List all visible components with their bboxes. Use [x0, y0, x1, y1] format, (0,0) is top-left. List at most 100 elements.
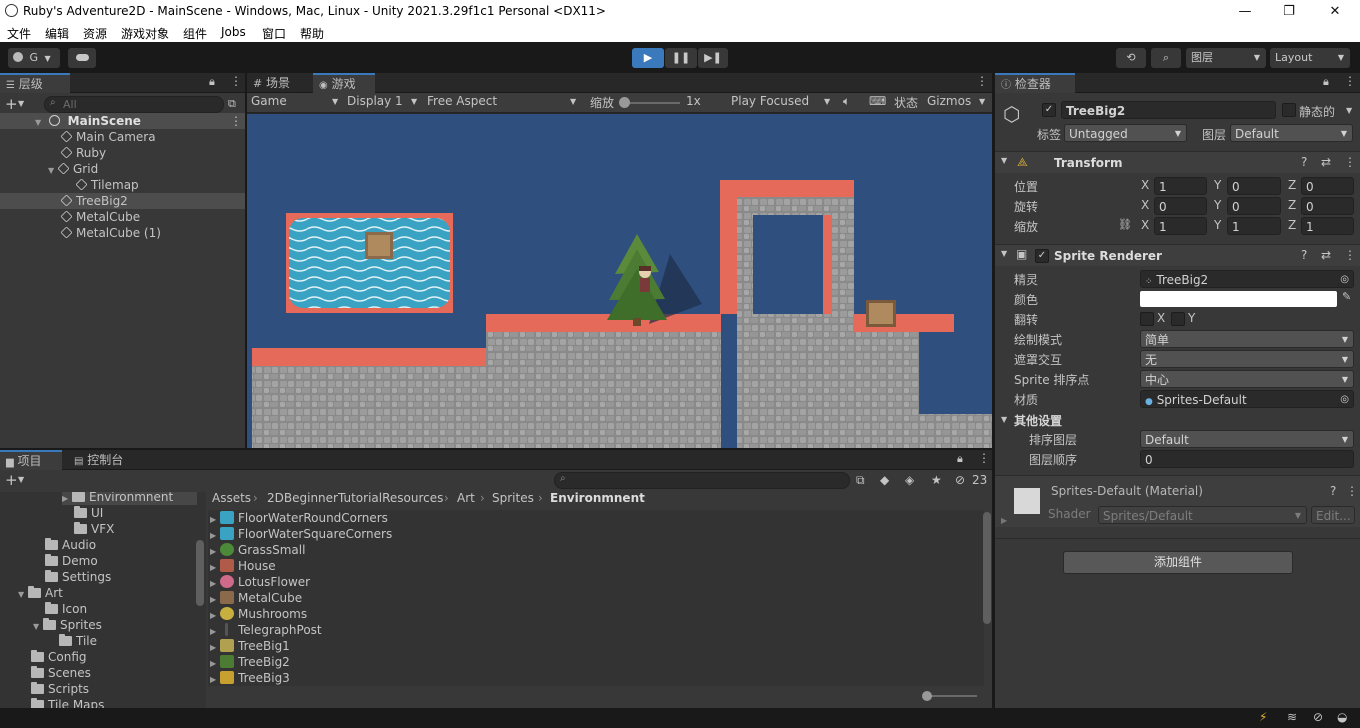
project-search-input[interactable]: ⌕	[554, 472, 850, 489]
speaker-icon[interactable]: 🔈︎	[843, 94, 850, 109]
search-by-type-icon[interactable]: ⧉	[856, 473, 865, 488]
tab-project[interactable]: ▆ 项目	[0, 450, 62, 470]
sprite-renderer-enabled-checkbox[interactable]: ✓	[1035, 249, 1049, 263]
folder-item[interactable]: Scripts	[31, 681, 89, 697]
scene-visibility-icon[interactable]: ⧉	[228, 97, 236, 111]
lock-icon[interactable]: 🔒︎	[957, 452, 963, 466]
asset-item[interactable]: ▶ MetalCube	[210, 590, 302, 606]
position-y-input[interactable]: 0	[1227, 177, 1281, 195]
expand-arrow-icon[interactable]: ▶	[1001, 516, 1007, 525]
material-object-field[interactable]: ● Sprites-Default ◎	[1140, 390, 1354, 408]
hierarchy-item[interactable]: Tilemap	[75, 177, 139, 193]
add-object-button[interactable]: +	[5, 95, 18, 113]
draw-mode-dropdown[interactable]: 简单 ▼	[1140, 330, 1354, 348]
breadcrumb-item[interactable]: Art	[457, 491, 475, 505]
asset-item[interactable]: ▶ TreeBig2	[210, 654, 290, 670]
chevron-down-icon[interactable]: ▼	[411, 97, 417, 106]
hierarchy-item-selected[interactable]: TreeBig2	[0, 193, 245, 209]
maximize-button[interactable]: ❐	[1266, 0, 1312, 23]
pause-button[interactable]: ❚❚	[665, 48, 697, 68]
hidden-packages-icon[interactable]: ⊘	[955, 473, 965, 487]
step-button[interactable]: ▶❚	[698, 48, 728, 68]
shader-edit-button[interactable]: Edit...	[1311, 506, 1355, 524]
debug-mode-icon[interactable]: ⊘	[1313, 710, 1323, 724]
folder-item[interactable]: Config	[31, 649, 87, 665]
tab-game[interactable]: ◉ 游戏	[313, 73, 375, 93]
order-in-layer-input[interactable]: 0	[1140, 450, 1354, 468]
hierarchy-item[interactable]: ▼ Grid	[48, 161, 98, 177]
help-icon[interactable]: ?	[1301, 155, 1307, 169]
display-dropdown[interactable]: Display 1	[347, 94, 403, 108]
search-button[interactable]: ⌕	[1151, 48, 1181, 68]
folder-tree-scrollbar[interactable]	[196, 540, 204, 606]
hierarchy-search-input[interactable]: ⌕ All	[44, 96, 224, 113]
scene-row[interactable]: ▼ MainScene ⋮	[0, 113, 245, 129]
expand-arrow-icon[interactable]: ▼	[1001, 415, 1007, 424]
rotation-y-input[interactable]: 0	[1227, 197, 1281, 215]
minimize-button[interactable]: —	[1222, 0, 1268, 23]
hierarchy-item[interactable]: MetalCube (1)	[60, 225, 161, 241]
asset-item[interactable]: ▶ TelegraphPost	[210, 622, 322, 638]
other-settings-label[interactable]: 其他设置	[1014, 412, 1062, 429]
help-icon[interactable]: ?	[1330, 484, 1336, 498]
folder-item[interactable]: ▼ Sprites	[33, 617, 102, 633]
position-z-input[interactable]: 0	[1301, 177, 1354, 195]
close-button[interactable]: ✕	[1312, 0, 1358, 23]
folder-item[interactable]: Tile	[59, 633, 97, 649]
menu-jobs[interactable]: Jobs	[221, 25, 246, 39]
folder-item[interactable]: ▼ Art	[18, 585, 63, 601]
icon-size-slider-thumb[interactable]	[922, 691, 932, 701]
stats-button[interactable]: 状态	[894, 94, 918, 111]
hierarchy-item[interactable]: MetalCube	[60, 209, 140, 225]
game-viewport[interactable]	[247, 114, 992, 448]
menu-assets[interactable]: 资源	[83, 25, 107, 42]
chevron-down-icon[interactable]: ▼	[18, 99, 24, 108]
breadcrumb-item[interactable]: 2DBeginnerTutorialResources	[267, 491, 443, 505]
chevron-down-icon[interactable]: ▼	[18, 475, 24, 484]
folder-item[interactable]: Demo	[45, 553, 98, 569]
undo-history-button[interactable]: ⟲	[1116, 48, 1146, 68]
folder-item[interactable]: Audio	[45, 537, 96, 553]
menu-help[interactable]: 帮助	[300, 25, 324, 42]
target-icon[interactable]: ◎	[1340, 391, 1349, 407]
asset-item[interactable]: ▶ FloorWaterRoundCorners	[210, 510, 388, 526]
chevron-down-icon[interactable]: ▼	[332, 97, 338, 106]
asset-item[interactable]: ▶ TreeBig1	[210, 638, 290, 654]
cloud-button[interactable]	[68, 48, 96, 68]
more-menu-icon[interactable]: ⋮	[1344, 74, 1356, 88]
flip-x-checkbox[interactable]	[1140, 312, 1154, 326]
shader-dropdown[interactable]: Sprites/Default ▼	[1098, 506, 1307, 524]
chevron-down-icon[interactable]: ▼	[979, 97, 985, 106]
eyedropper-icon[interactable]: ✎	[1342, 290, 1351, 303]
folder-item[interactable]: Tile Maps	[31, 697, 104, 708]
tab-inspector[interactable]: ⓘ 检查器	[995, 73, 1075, 93]
hierarchy-item[interactable]: Main Camera	[60, 129, 156, 145]
folder-item[interactable]: UI	[74, 505, 103, 521]
more-menu-icon[interactable]: ⋮	[1344, 248, 1356, 262]
menu-gameobject[interactable]: 游戏对象	[121, 25, 169, 42]
folder-item[interactable]: Scenes	[31, 665, 91, 681]
folder-item[interactable]: ▶ Environmnent	[62, 492, 197, 505]
scale-z-input[interactable]: 1	[1301, 217, 1354, 235]
scale-y-input[interactable]: 1	[1227, 217, 1281, 235]
asset-item[interactable]: ▶ Mushrooms	[210, 606, 307, 622]
object-name-input[interactable]: TreeBig2	[1061, 101, 1276, 119]
asset-list-scrollbar[interactable]	[983, 512, 991, 624]
rotation-x-input[interactable]: 0	[1154, 197, 1207, 215]
game-mode-dropdown[interactable]: Game	[251, 94, 287, 108]
hierarchy-item[interactable]: Ruby	[60, 145, 106, 161]
sprite-renderer-header[interactable]: ▼ ▣ ✓ Sprite Renderer ? ⇄ ⋮	[995, 244, 1360, 266]
collab-icon[interactable]: ◒	[1337, 710, 1347, 724]
folder-item[interactable]: Settings	[45, 569, 111, 585]
layers-dropdown[interactable]: 图层 ▼	[1186, 48, 1266, 68]
tag-icon[interactable]: ◈	[905, 473, 914, 487]
folder-item[interactable]: VFX	[74, 521, 114, 537]
layer-dropdown[interactable]: Default ▼	[1230, 124, 1353, 142]
lock-icon[interactable]: 🔒︎	[209, 75, 215, 89]
breadcrumb-item[interactable]: Assets	[212, 491, 251, 505]
static-checkbox[interactable]	[1282, 103, 1296, 117]
play-button[interactable]: ▶	[632, 48, 664, 68]
folder-item[interactable]: Icon	[45, 601, 87, 617]
asset-item[interactable]: ▶ LotusFlower	[210, 574, 310, 590]
create-asset-button[interactable]: +	[5, 471, 18, 489]
